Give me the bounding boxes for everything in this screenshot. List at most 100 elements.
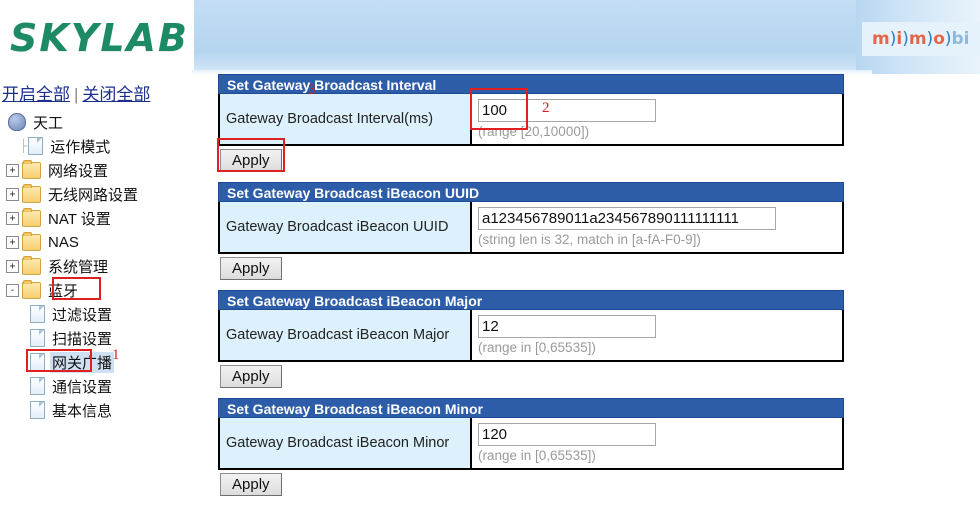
sidebar-item-nas[interactable]: + NAS: [0, 230, 200, 254]
skylab-logo: SKYLAB: [10, 16, 189, 60]
collapse-minus-icon[interactable]: -: [6, 283, 19, 297]
sidebar-item-label: 运作模式: [50, 138, 111, 156]
sidebar-item-label: 天工: [33, 114, 64, 132]
apply-row: Apply: [218, 362, 848, 388]
page-header: SKYLAB m) i) m) o) bi: [0, 0, 980, 78]
sidebar-item-bluetooth[interactable]: - 蓝牙: [0, 277, 200, 302]
uuid-input[interactable]: [478, 207, 776, 230]
section-ibeacon-major: Set Gateway Broadcast iBeacon Major Gate…: [218, 290, 848, 388]
sidebar-item-system-management[interactable]: + 系统管理: [0, 254, 200, 278]
expand-plus-icon[interactable]: +: [6, 211, 19, 225]
mimo-paren-4: ): [944, 29, 952, 49]
computer-icon: [8, 113, 26, 131]
mimo-letter-o: o: [933, 29, 945, 49]
folder-icon: [22, 207, 41, 227]
major-input[interactable]: [478, 315, 656, 338]
field-cell: (string len is 32, match in [a-fA-F0-9]): [472, 202, 842, 252]
page-icon: [30, 353, 45, 371]
sidebar-item-label: 过滤设置: [52, 306, 113, 324]
folder-icon: [22, 279, 41, 299]
field-cell: (range [20,10000]): [472, 94, 842, 144]
field-label: Gateway Broadcast iBeacon UUID: [220, 202, 472, 252]
sidebar-item-scan-settings[interactable]: 扫描设置: [0, 326, 200, 350]
apply-row: Apply: [218, 470, 848, 496]
section-body: Gateway Broadcast iBeacon Major (range i…: [218, 310, 844, 362]
section-title: Set Gateway Broadcast iBeacon UUID: [218, 182, 844, 202]
interval-input[interactable]: [478, 99, 656, 122]
mimo-paren-3: ): [926, 29, 934, 49]
minor-input[interactable]: [478, 423, 656, 446]
sidebar-item-label: 无线网路设置: [48, 186, 139, 204]
sidebar-item-operation-mode[interactable]: ├ 运作模式: [0, 134, 200, 158]
sidebar-item-label: 网关广播: [50, 351, 115, 373]
sidebar-item-label: 网络设置: [48, 162, 109, 180]
page-icon: [30, 329, 45, 347]
section-ibeacon-uuid: Set Gateway Broadcast iBeacon UUID Gatew…: [218, 182, 848, 280]
field-label: Gateway Broadcast Interval(ms): [220, 94, 472, 144]
sidebar-item-gateway-broadcast[interactable]: 网关广播 1: [0, 347, 200, 374]
section-title: Set Gateway Broadcast iBeacon Minor: [218, 398, 844, 418]
sidebar-item-filter-settings[interactable]: 过滤设置: [0, 302, 200, 326]
field-hint: (range in [0,65535]): [478, 448, 596, 463]
field-label: Gateway Broadcast iBeacon Major: [220, 310, 472, 360]
toggle-separator: |: [74, 85, 79, 104]
section-ibeacon-minor: Set Gateway Broadcast iBeacon Minor Gate…: [218, 398, 848, 496]
main-content: Set Gateway Broadcast Interval Gateway B…: [217, 74, 848, 506]
collapse-all-link[interactable]: 关闭全部: [82, 85, 150, 104]
annotation-number-3: 3: [308, 82, 316, 98]
sidebar-item-label: 扫描设置: [52, 330, 113, 348]
expand-plus-icon[interactable]: +: [6, 259, 19, 273]
page-icon: [30, 377, 45, 395]
mimo-letter-m1: m: [872, 29, 890, 49]
page-icon: [28, 137, 44, 155]
section-body: Gateway Broadcast iBeacon Minor (range i…: [218, 418, 844, 470]
mimo-letter-m2: m: [908, 29, 927, 49]
tree-toggle-bar: 开启全部 | 关闭全部: [2, 80, 150, 105]
sidebar-item-label: 蓝牙: [48, 282, 79, 300]
folder-icon: [22, 159, 41, 179]
mimo-logo: m) i) m) o) bi: [862, 22, 980, 56]
major-apply-button[interactable]: Apply: [220, 365, 282, 388]
interval-apply-button[interactable]: Apply: [220, 149, 282, 172]
mimo-letters-bi: bi: [951, 29, 970, 49]
apply-row: Apply: [218, 254, 848, 280]
uuid-apply-button[interactable]: Apply: [220, 257, 282, 280]
mimo-paren-2: ): [902, 29, 909, 49]
sidebar-item-label: 通信设置: [52, 378, 113, 396]
expand-plus-icon[interactable]: +: [6, 163, 19, 177]
page-icon: [30, 305, 45, 323]
section-broadcast-interval: Set Gateway Broadcast Interval Gateway B…: [217, 74, 848, 172]
sidebar-item-wireless-settings[interactable]: + 无线网路设置: [0, 182, 200, 206]
expand-all-link[interactable]: 开启全部: [2, 85, 70, 104]
header-banner-gradient: [192, 0, 872, 74]
sidebar-item-network-settings[interactable]: + 网络设置: [0, 158, 200, 182]
mimo-paren-1: ): [889, 29, 897, 49]
expand-plus-icon[interactable]: +: [6, 235, 19, 249]
section-body: Gateway Broadcast Interval(ms) (range [2…: [218, 94, 844, 146]
sidebar-item-label: NAT 设置: [48, 210, 111, 228]
folder-icon: [22, 255, 41, 275]
sidebar-tree: 天工 ├ 运作模式 + 网络设置 + 无线网路设置 + NAT 设置 + NAS…: [0, 110, 200, 422]
expand-plus-icon[interactable]: +: [6, 187, 19, 201]
field-cell: (range in [0,65535]): [472, 418, 842, 468]
field-cell: (range in [0,65535]): [472, 310, 842, 360]
annotation-number-1: 1: [112, 347, 120, 363]
sidebar-item-communication-settings[interactable]: 通信设置: [0, 374, 200, 398]
minor-apply-button[interactable]: Apply: [220, 473, 282, 496]
field-hint: (range in [0,65535]): [478, 340, 596, 355]
sidebar-item-basic-info[interactable]: 基本信息: [0, 398, 200, 422]
section-title: Set Gateway Broadcast iBeacon Major: [218, 290, 844, 310]
sidebar-item-label: 基本信息: [52, 402, 113, 420]
sidebar-item-label: 系统管理: [48, 258, 109, 276]
sidebar-item-root[interactable]: 天工: [0, 110, 200, 134]
page-icon: [30, 401, 45, 419]
field-label: Gateway Broadcast iBeacon Minor: [220, 418, 472, 468]
sidebar-item-nat-settings[interactable]: + NAT 设置: [0, 206, 200, 230]
annotation-number-2: 2: [542, 100, 550, 116]
folder-icon: [22, 183, 41, 203]
folder-icon: [22, 231, 41, 251]
field-hint: (string len is 32, match in [a-fA-F0-9]): [478, 232, 701, 247]
sidebar-item-label: NAS: [48, 233, 79, 251]
apply-row: Apply 3: [218, 82, 848, 172]
